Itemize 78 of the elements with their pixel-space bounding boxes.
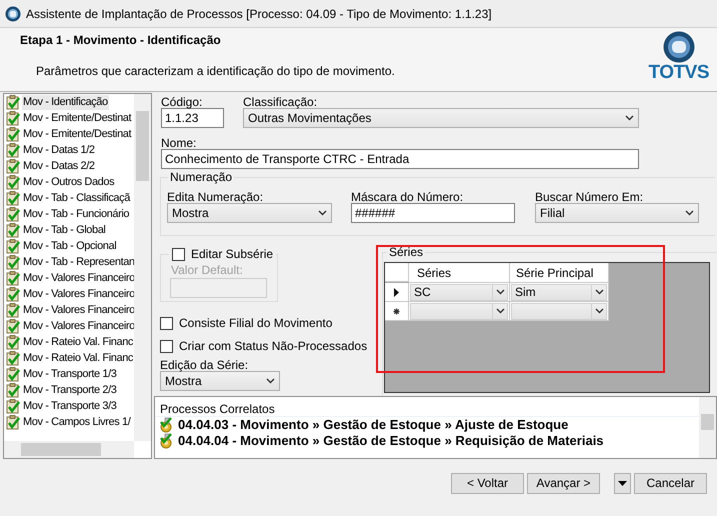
- step-item[interactable]: Mov - Valores Financeiro: [22, 318, 136, 334]
- grid-dropdown[interactable]: SC: [410, 284, 508, 300]
- process-link[interactable]: 04.04.03 - Movimento » Gestão de Estoque » Ajuste de Estoque: [178, 418, 568, 432]
- caret-icon: [266, 378, 275, 384]
- gear-check-icon: [159, 417, 175, 433]
- checkbox-label: Criar com Status Não-Processados: [179, 339, 368, 353]
- step-item[interactable]: Mov - Tab - Classificaçã: [22, 190, 131, 206]
- dropdown[interactable]: Outras Movimentações: [243, 108, 639, 128]
- step-item[interactable]: Mov - Transporte 2/3: [22, 382, 118, 398]
- horizontal-scrollbar[interactable]: [4, 441, 134, 458]
- step-item[interactable]: Mov - Rateio Val. Financ: [22, 350, 134, 366]
- column-header[interactable]: Série Principal: [510, 263, 609, 283]
- caret-icon: [594, 308, 604, 314]
- step-item[interactable]: Mov - Tab - Global: [22, 222, 106, 238]
- app-icon: [5, 6, 21, 22]
- logo-icon: [662, 31, 695, 63]
- row-header-cell[interactable]: [385, 302, 409, 321]
- step-item[interactable]: Mov - Emitente/Destinat: [22, 110, 132, 126]
- corner-header-cell: [385, 263, 409, 282]
- group-title: Séries: [387, 246, 426, 259]
- step-item[interactable]: Mov - Tab - Representan: [22, 254, 136, 270]
- checkbox-label: Consiste Filial do Movimento: [179, 316, 332, 330]
- wizard-button[interactable]: Cancelar: [634, 473, 707, 494]
- step-item[interactable]: Mov - Emitente/Destinat: [22, 126, 132, 142]
- current-row-icon: [394, 288, 399, 296]
- checkbox[interactable]: [160, 316, 173, 330]
- field-label: Código:: [161, 96, 204, 108]
- step-item[interactable]: Mov - Tab - Opcional: [22, 238, 118, 254]
- step-item[interactable]: Mov - Valores Financeiro: [22, 270, 136, 286]
- process-link[interactable]: 04.04.04 - Movimento » Gestão de Estoque » Requisição de Materiais: [178, 434, 604, 448]
- group-title: Numeração: [168, 171, 234, 184]
- step-description: Parâmetros que caracterizam a identificação do tipo de movimento.: [36, 64, 395, 78]
- wizard-button[interactable]: Avançar >: [527, 473, 600, 494]
- window-title: Assistente de Implantação de Processos [Processo: 04.09 - Tipo de Movimento: 1.1.23]: [26, 6, 492, 20]
- input-field[interactable]: ######: [351, 203, 515, 223]
- checkbox[interactable]: [160, 340, 173, 352]
- column-header[interactable]: Séries: [409, 263, 510, 283]
- caret-icon: [318, 210, 327, 216]
- caret-icon: [496, 308, 504, 314]
- caret-icon: [685, 210, 694, 216]
- dropdown[interactable]: Filial: [535, 203, 699, 223]
- field-label: Máscara do Número:: [351, 191, 464, 203]
- field-label: Buscar Número Em:: [535, 191, 644, 203]
- step-item[interactable]: Mov - Valores Financeiro: [22, 302, 136, 318]
- caret-icon: [594, 289, 604, 295]
- logo-text: TOTVS: [648, 63, 709, 83]
- caret-icon: [625, 115, 634, 121]
- vertical-scrollbar[interactable]: [699, 397, 716, 458]
- field-label: Edita Numeração:: [167, 191, 264, 203]
- input-field[interactable]: Conhecimento de Transporte CTRC - Entrada: [161, 149, 639, 169]
- wizard-button[interactable]: < Voltar: [451, 473, 524, 494]
- step-item[interactable]: Mov - Transporte 1/3: [22, 366, 118, 382]
- field-label: Nome:: [161, 137, 198, 149]
- vertical-scrollbar[interactable]: [134, 94, 151, 441]
- new-row-icon: [393, 308, 400, 314]
- checkbox-label: Editar Subsérie: [191, 247, 274, 261]
- step-item[interactable]: Mov - Valores Financeiro: [22, 286, 136, 302]
- step-item[interactable]: Mov - Outros Dados: [22, 174, 116, 190]
- step-item[interactable]: Mov - Tab - Funcionário: [22, 206, 130, 222]
- caret-icon: [496, 289, 504, 295]
- caret-icon: [618, 481, 627, 486]
- step-item[interactable]: Mov - Datas 1/2: [22, 142, 96, 158]
- field-label: Valor Default:: [171, 264, 244, 276]
- step-item[interactable]: Mov - Identificação: [22, 94, 109, 110]
- gear-check-icon: [159, 433, 175, 449]
- step-item[interactable]: Mov - Datas 2/2: [22, 158, 96, 174]
- menu-button[interactable]: [614, 473, 631, 494]
- input-field[interactable]: 1.1.23: [161, 108, 224, 128]
- step-title: Etapa 1 - Movimento - Identificação: [20, 33, 221, 47]
- field-label: Edição da Série:: [160, 359, 250, 371]
- field-label: Classificação:: [243, 96, 318, 108]
- step-item[interactable]: Mov - Rateio Val. Financ: [22, 334, 134, 350]
- row-header-cell[interactable]: [385, 283, 409, 302]
- dropdown[interactable]: Mostra: [167, 203, 332, 223]
- step-item[interactable]: Mov - Transporte 3/3: [22, 398, 118, 414]
- step-item[interactable]: Mov - Campos Livres 1/: [22, 414, 132, 430]
- grid-dropdown[interactable]: Sim: [511, 284, 607, 300]
- dropdown[interactable]: Mostra: [160, 371, 280, 391]
